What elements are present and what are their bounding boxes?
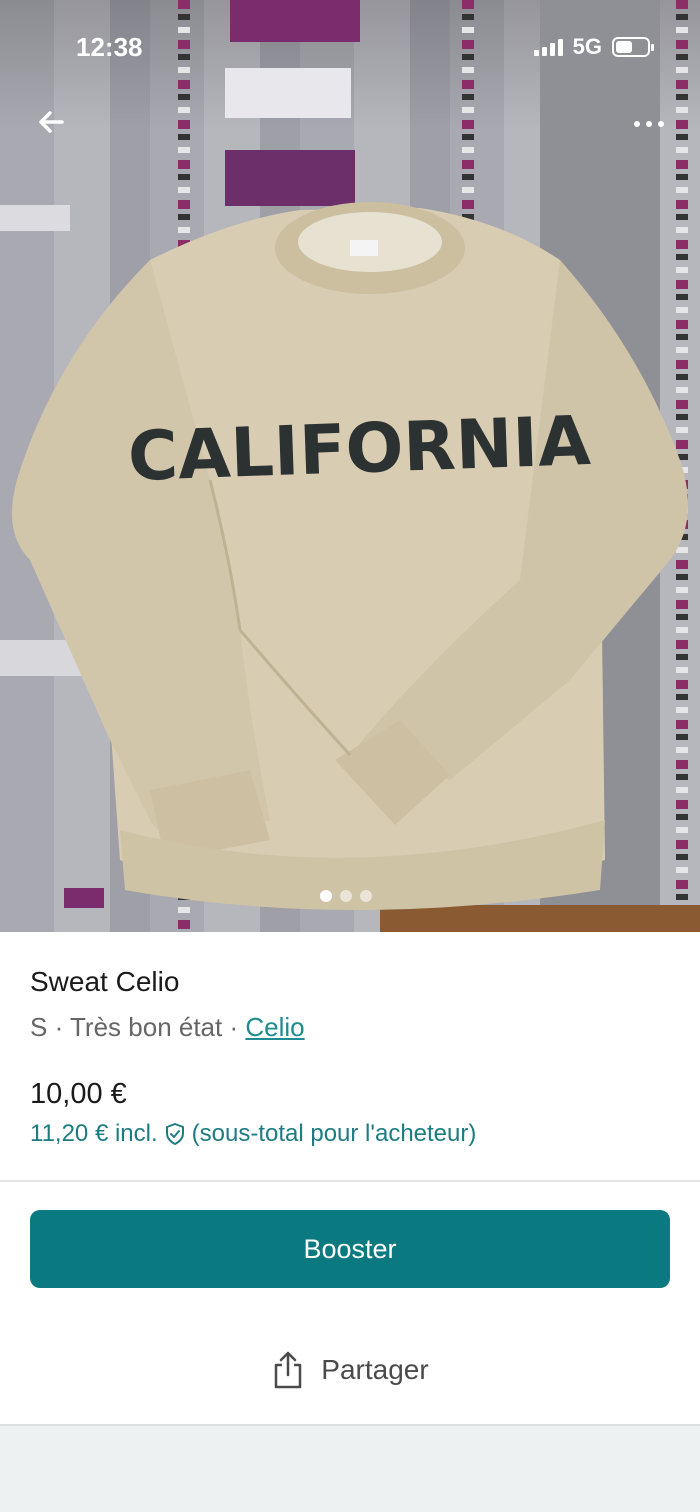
print-text: CALIFORNIA	[127, 402, 592, 497]
buyer-price-note: (sous-total pour l'acheteur)	[191, 1120, 477, 1147]
listing-info: Sweat Celio S · Très bon état · Celio	[30, 966, 670, 1043]
brand-link[interactable]: Celio	[245, 1012, 304, 1042]
item-price: 10,00 €	[30, 1078, 127, 1110]
pager-dot[interactable]	[320, 890, 332, 902]
back-button[interactable]	[30, 100, 74, 144]
share-icon	[275, 1351, 302, 1389]
battery-icon	[612, 37, 654, 57]
bedding-pattern	[225, 150, 355, 206]
item-photo[interactable]: CALIFORNIA 12:38 5G	[0, 0, 700, 932]
item-size: S	[30, 1012, 48, 1042]
buyer-price-value: 11,20 € incl.	[30, 1120, 158, 1147]
network-type: 5G	[572, 34, 602, 59]
pager-dot[interactable]	[360, 890, 372, 902]
status-indicators: 5G	[533, 34, 654, 60]
boost-button[interactable]: Booster	[30, 1210, 670, 1288]
buyer-price[interactable]: 11,20 € incl. (sous-total pour l'acheteu…	[30, 1120, 476, 1148]
item-meta: S · Très bon état · Celio	[30, 1012, 670, 1043]
share-button[interactable]: Partager	[0, 1350, 700, 1390]
bedding-pattern	[225, 68, 351, 118]
sweatshirt-image: CALIFORNIA	[12, 202, 688, 910]
pager-dot[interactable]	[340, 890, 352, 902]
arrow-left-icon	[39, 111, 64, 133]
more-horizontal-icon	[634, 121, 640, 127]
divider	[0, 1180, 700, 1182]
shield-check-icon	[165, 1123, 184, 1145]
signal-icon	[533, 38, 563, 56]
item-condition: Très bon état	[70, 1012, 223, 1042]
footer-bar	[0, 1424, 700, 1512]
item-title: Sweat Celio	[30, 966, 180, 997]
bedding-pattern	[230, 0, 360, 42]
photo-pager[interactable]	[320, 890, 372, 902]
meta-separator: ·	[229, 1012, 239, 1042]
meta-separator: ·	[54, 1012, 64, 1042]
share-label: Partager	[321, 1354, 429, 1385]
more-options-button[interactable]	[626, 104, 672, 144]
status-time: 12:38	[76, 32, 143, 62]
